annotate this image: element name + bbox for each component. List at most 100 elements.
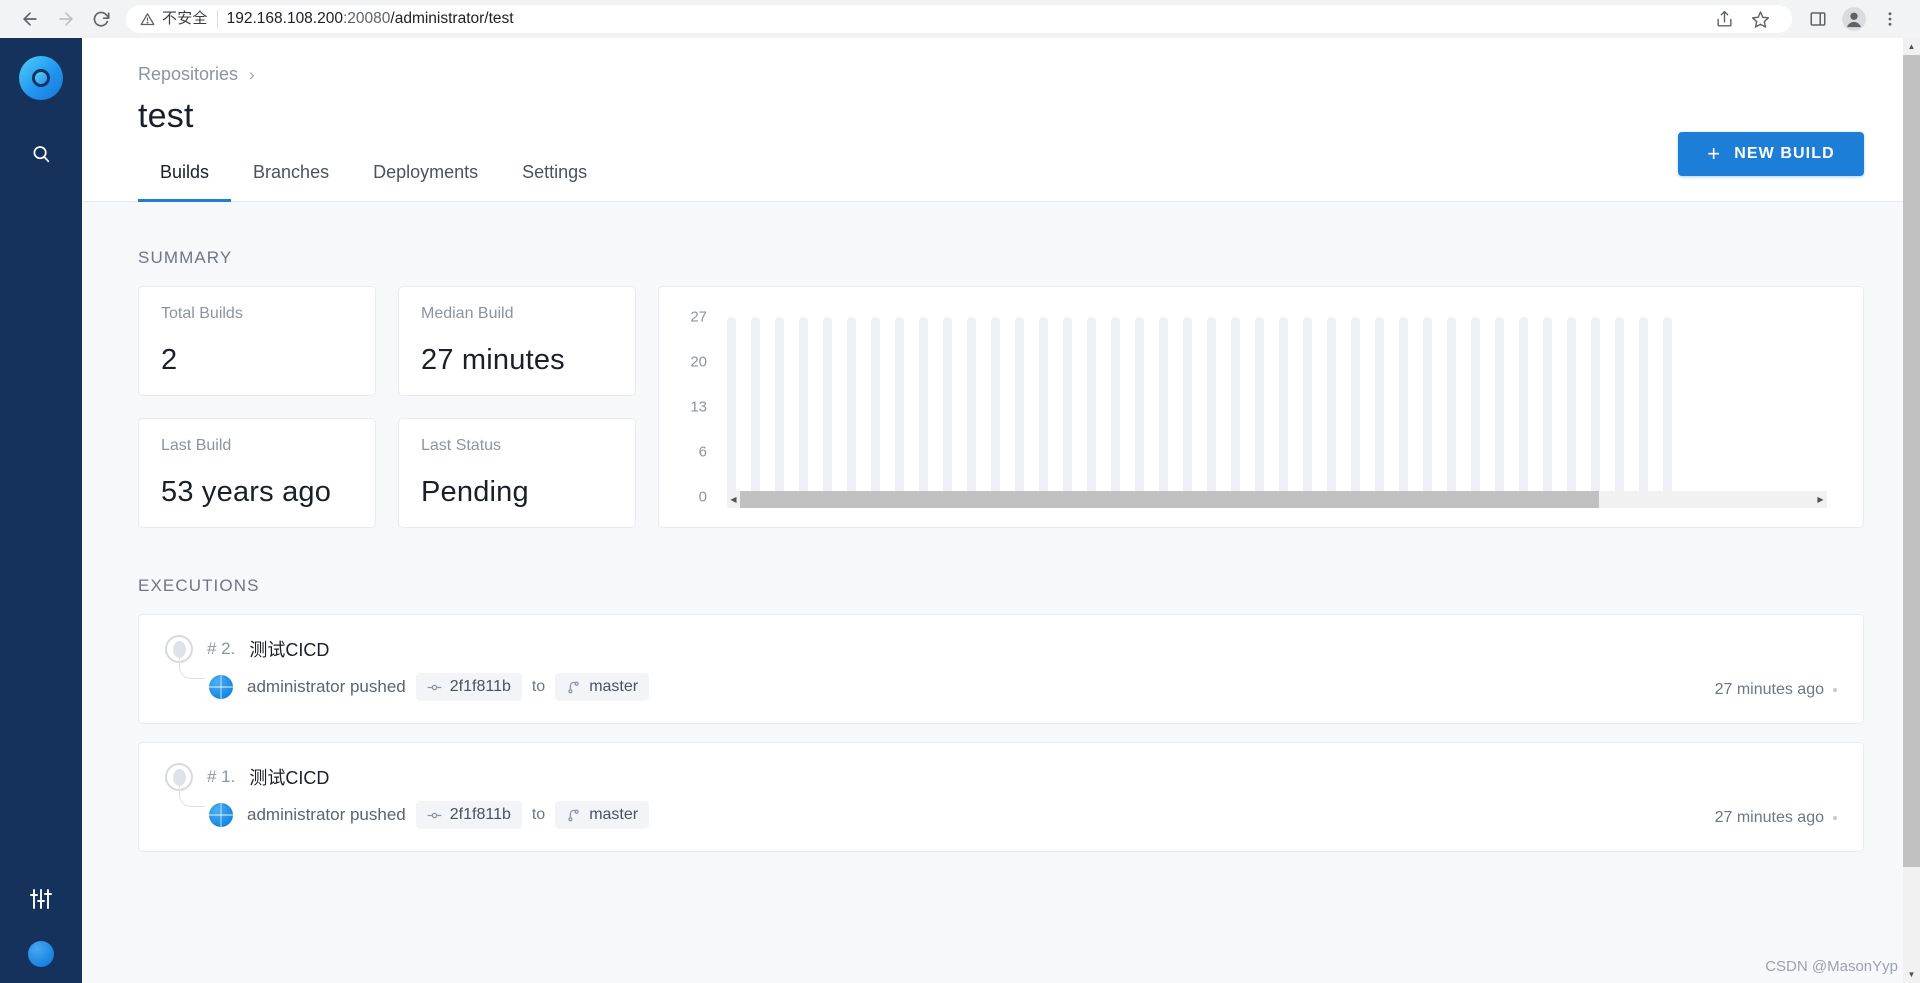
tab-branches[interactable]: Branches bbox=[231, 162, 351, 202]
user-avatar[interactable] bbox=[28, 941, 54, 967]
table-row[interactable]: # 1. 测试CICD administrator pushed 2f1f811… bbox=[138, 742, 1864, 852]
chart-bar[interactable] bbox=[847, 317, 856, 497]
chart-bar[interactable] bbox=[1327, 317, 1336, 497]
commit-chip[interactable]: 2f1f811b bbox=[415, 801, 522, 829]
chart-bar[interactable] bbox=[1039, 317, 1048, 497]
chart-bar[interactable] bbox=[1015, 317, 1024, 497]
bookmark-button[interactable] bbox=[1742, 1, 1778, 37]
chart-horizontal-scrollbar[interactable]: ◀ ▶ bbox=[727, 491, 1827, 508]
chevron-right-icon: › bbox=[249, 65, 255, 84]
chart-bar[interactable] bbox=[1615, 317, 1624, 497]
warning-triangle-icon bbox=[140, 12, 155, 27]
execution-number: # 2. bbox=[207, 639, 236, 658]
chart-bar[interactable] bbox=[1543, 317, 1552, 497]
execution-author: administrator pushed bbox=[247, 677, 406, 696]
execution-message: 测试CICD bbox=[249, 640, 330, 660]
branch-icon bbox=[568, 681, 579, 693]
chart-bar[interactable] bbox=[1519, 317, 1528, 497]
side-panel-button[interactable] bbox=[1800, 1, 1836, 37]
chart-bar[interactable] bbox=[1279, 317, 1288, 497]
chart-bar[interactable] bbox=[1135, 317, 1144, 497]
sidebar-search-button[interactable] bbox=[19, 134, 63, 174]
chart-bar[interactable] bbox=[1303, 317, 1312, 497]
chart-bar[interactable] bbox=[871, 317, 880, 497]
star-icon bbox=[1751, 10, 1769, 28]
breadcrumb-repositories-link[interactable]: Repositories bbox=[138, 64, 238, 85]
commit-chip[interactable]: 2f1f811b bbox=[415, 673, 522, 701]
chart-bar[interactable] bbox=[1351, 317, 1360, 497]
tab-settings[interactable]: Settings bbox=[500, 162, 609, 202]
page-scroll-up-arrow-icon[interactable]: ▲ bbox=[1903, 38, 1920, 55]
page-scrollbar[interactable]: ▲ ▼ bbox=[1903, 38, 1920, 983]
scroll-thumb[interactable] bbox=[740, 491, 1600, 508]
insecure-label: 不安全 bbox=[162, 10, 218, 28]
chart-bar[interactable] bbox=[1471, 317, 1480, 497]
back-arrow-icon bbox=[23, 12, 37, 26]
chart-bar[interactable] bbox=[991, 317, 1000, 497]
chart-bar[interactable] bbox=[895, 317, 904, 497]
browser-menu-button[interactable] bbox=[1872, 1, 1908, 37]
card-value: 2 bbox=[161, 344, 178, 376]
share-button[interactable] bbox=[1706, 1, 1742, 37]
chart-bar[interactable] bbox=[775, 317, 784, 497]
page-scroll-down-arrow-icon[interactable]: ▼ bbox=[1903, 966, 1920, 983]
page-header: Repositories › test + NEW BUILD bbox=[82, 38, 1920, 176]
chart-bar[interactable] bbox=[823, 317, 832, 497]
sidebar-settings-button[interactable] bbox=[19, 879, 63, 919]
chart-bar[interactable] bbox=[1087, 317, 1096, 497]
drone-logo[interactable] bbox=[19, 56, 63, 100]
tree-connector bbox=[179, 785, 205, 807]
reload-button[interactable] bbox=[84, 1, 120, 37]
chart-bar[interactable] bbox=[919, 317, 928, 497]
chart-bar[interactable] bbox=[727, 317, 736, 497]
chart-bar[interactable] bbox=[1591, 317, 1600, 497]
side-panel-icon bbox=[1810, 12, 1826, 26]
tab-deployments[interactable]: Deployments bbox=[351, 162, 500, 202]
chart-y-tick: 0 bbox=[698, 488, 707, 506]
chart-bar[interactable] bbox=[1111, 317, 1120, 497]
scroll-track[interactable] bbox=[740, 491, 1814, 508]
browser-toolbar: 不安全 192.168.108.200:20080/administrator/… bbox=[0, 0, 1920, 38]
chart-bar[interactable] bbox=[1375, 317, 1384, 497]
new-build-button[interactable]: + NEW BUILD bbox=[1678, 132, 1864, 176]
scroll-left-arrow-icon[interactable]: ◀ bbox=[727, 491, 740, 508]
chart-y-tick: 13 bbox=[690, 398, 707, 416]
execution-timestamp: 27 minutes ago bbox=[1715, 681, 1837, 699]
chart-bar[interactable] bbox=[1423, 317, 1432, 497]
chart-bar[interactable] bbox=[1639, 317, 1648, 497]
chart-bar[interactable] bbox=[751, 317, 760, 497]
card-value: Pending bbox=[421, 476, 529, 508]
address-bar[interactable]: 不安全 192.168.108.200:20080/administrator/… bbox=[126, 5, 1792, 33]
chart-bar[interactable] bbox=[1255, 317, 1264, 497]
chart-bar[interactable] bbox=[1231, 317, 1240, 497]
sliders-settings-icon bbox=[30, 889, 52, 909]
chart-bar[interactable] bbox=[967, 317, 976, 497]
forward-button[interactable] bbox=[48, 1, 84, 37]
page-title: test bbox=[138, 97, 194, 135]
back-button[interactable] bbox=[12, 1, 48, 37]
chart-bar[interactable] bbox=[1159, 317, 1168, 497]
chart-bar[interactable] bbox=[1207, 317, 1216, 497]
chart-bar[interactable] bbox=[1447, 317, 1456, 497]
forward-arrow-icon bbox=[59, 12, 73, 26]
tab-builds[interactable]: Builds bbox=[138, 162, 232, 202]
table-row[interactable]: # 2. 测试CICD administrator pushed 2f1f811… bbox=[138, 614, 1864, 724]
summary-cards: Total Builds 2 Median Build 27 minutes L… bbox=[138, 286, 636, 528]
profile-button[interactable] bbox=[1836, 1, 1872, 37]
chart-bar[interactable] bbox=[799, 317, 808, 497]
status-dot-icon bbox=[1833, 816, 1837, 820]
chart-bar[interactable] bbox=[1183, 317, 1192, 497]
scroll-right-arrow-icon[interactable]: ▶ bbox=[1814, 491, 1827, 508]
chart-bar[interactable] bbox=[1399, 317, 1408, 497]
chart-bar[interactable] bbox=[1495, 317, 1504, 497]
branch-chip[interactable]: master bbox=[555, 801, 650, 829]
chart-bar[interactable] bbox=[1663, 317, 1672, 497]
chart-bar[interactable] bbox=[1063, 317, 1072, 497]
branch-chip[interactable]: master bbox=[555, 673, 650, 701]
url-host: 192.168.108.200 bbox=[226, 10, 343, 27]
chart-bar[interactable] bbox=[1567, 317, 1576, 497]
branch-name: master bbox=[589, 806, 639, 823]
page-scroll-thumb[interactable] bbox=[1903, 55, 1920, 867]
chart-bar[interactable] bbox=[943, 317, 952, 497]
executions-section-label: EXECUTIONS bbox=[138, 576, 260, 595]
